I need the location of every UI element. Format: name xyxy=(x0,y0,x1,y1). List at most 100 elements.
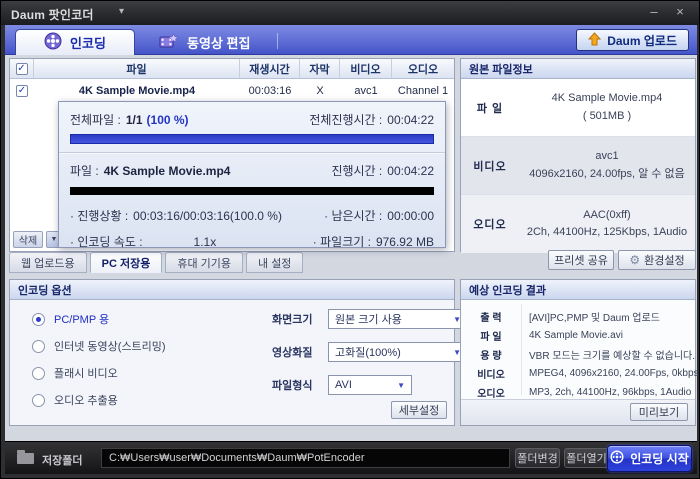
radio-pc-pmp-label: PC/PMP 용 xyxy=(54,314,110,326)
total-percent: (100 %) xyxy=(146,113,189,127)
result-video-label: 비디오 xyxy=(477,370,505,381)
delete-file-button[interactable]: 삭제 xyxy=(13,231,43,248)
change-folder-button[interactable]: 폴더변경 xyxy=(515,448,560,468)
file-format-label: 파일형식 xyxy=(272,380,313,392)
start-reel-icon xyxy=(610,450,624,467)
tab-video-edit[interactable]: 동영상 편집 xyxy=(145,29,264,55)
screen-size-select[interactable]: 원본 크기 사용 ▼ xyxy=(328,309,468,329)
content-area: ✓ 파일 재생시간 자막 비디오 오디오 ✓ 4K Sample Movie.m… xyxy=(5,55,699,443)
result-size-value: VBR 모드는 크기를 예상할 수 없습니다. xyxy=(529,351,696,362)
open-folder-button[interactable]: 폴더열기 xyxy=(564,448,609,468)
column-audio[interactable]: 오디오 xyxy=(392,59,454,78)
progress-status-value: 00:03:16/00:03:16(100.0 %) xyxy=(133,209,282,223)
progress-status-label: · 진행상황 : xyxy=(70,209,129,223)
settings-button[interactable]: ⚙ 환경설정 xyxy=(618,250,696,270)
row-checkbox[interactable]: ✓ xyxy=(16,85,28,97)
expected-result-title: 예상 인코딩 결과 xyxy=(461,280,695,300)
encoding-speed-value: 1.1x xyxy=(193,235,217,249)
preset-tab-my-settings[interactable]: 내 설정 xyxy=(246,252,304,273)
radio-dot-icon[interactable] xyxy=(32,312,45,326)
save-folder-path[interactable]: C:₩Users₩user₩Documents₩Daum₩PotEncoder xyxy=(101,448,510,468)
file-size: · 파일크기 : 976.92 MB xyxy=(313,233,434,250)
column-file[interactable]: 파일 xyxy=(34,59,240,78)
film-edit-icon xyxy=(159,32,179,52)
film-reel-icon xyxy=(44,32,62,53)
column-subtitle[interactable]: 자막 xyxy=(300,59,340,78)
main-nav-band: 인코딩 동영상 편집 Daum 업로드 xyxy=(5,25,697,55)
radio-audio-label: 오디오 추출용 xyxy=(54,395,118,407)
radio-dot-icon[interactable] xyxy=(32,393,45,407)
radio-audio-extract[interactable]: 오디오 추출용 xyxy=(32,392,118,408)
source-audio-value: AAC(0xff) 2Ch, 44100Hz, 125Kbps, 1Audio xyxy=(526,208,688,238)
row-check-cell[interactable]: ✓ xyxy=(10,79,34,103)
preset-tab-pc-save[interactable]: PC 저장용 xyxy=(89,252,163,273)
preset-tab-mobile[interactable]: 휴대 기기용 xyxy=(165,252,244,273)
radio-flash-label: 플래시 비디오 xyxy=(54,368,118,380)
select-all-cell[interactable]: ✓ xyxy=(10,59,34,78)
radio-pc-pmp[interactable]: PC/PMP 용 xyxy=(32,311,109,327)
remaining-time: · 남은시간 : 00:00:00 xyxy=(324,207,434,224)
file-format-value: AVI xyxy=(335,379,352,391)
result-file-label: 파 일 xyxy=(480,332,502,343)
result-file-row: 파 일 4K Sample Movie.avi xyxy=(461,326,695,345)
file-format-select[interactable]: AVI ▼ xyxy=(328,375,412,395)
column-video[interactable]: 비디오 xyxy=(340,59,392,78)
close-button[interactable]: × xyxy=(669,3,691,21)
result-body: 출 력 [AVI]PC,PMP 및 Daum 업로드 파 일 4K Sample… xyxy=(461,300,698,400)
tab-encoding[interactable]: 인코딩 xyxy=(15,29,135,55)
encoding-options-panel: 인코딩 옵션 PC/PMP 용 인터넷 동영상(스트리밍) 플래시 비디오 오디… xyxy=(9,279,468,426)
source-audio-label: 오디오 xyxy=(473,219,507,231)
title-bar[interactable]: Daum 팟인코더 ▾ – × xyxy=(1,1,699,25)
source-info-title: 원본 파일정보 xyxy=(461,59,695,79)
source-video-row: 비디오 avc1 4096x2160, 24.00fps, 알 수 없음 xyxy=(461,137,695,195)
source-file-row: 파 일 4K Sample Movie.mp4 ( 501MB ) xyxy=(461,79,695,137)
save-folder-label: 저장폴더 xyxy=(42,455,83,467)
dialog-status-row: · 진행상황 : 00:03:16/00:03:16(100.0 %) · 남은시… xyxy=(70,207,434,224)
file-row[interactable]: ✓ 4K Sample Movie.mp4 00:03:16 X avc1 Ch… xyxy=(10,79,454,103)
source-file-value: 4K Sample Movie.mp4 ( 501MB ) xyxy=(551,92,663,122)
preset-tab-web-upload[interactable]: 웹 업로드용 xyxy=(9,252,87,273)
daum-upload-button[interactable]: Daum 업로드 xyxy=(576,29,689,51)
screen-size-row: 화면크기 원본 크기 사용 ▼ xyxy=(272,309,468,329)
screen-size-value: 원본 크기 사용 xyxy=(335,314,402,326)
file-format-row: 파일형식 AVI ▼ xyxy=(272,375,412,395)
app-window: Daum 팟인코더 ▾ – × 인코딩 동영상 편집 Daum 업로드 ✓ 파일… xyxy=(0,0,700,479)
gear-icon: ⚙ xyxy=(629,253,641,267)
total-progress-bar xyxy=(70,134,434,144)
detail-settings-button[interactable]: 세부설정 xyxy=(391,401,447,419)
source-audio-row: 오디오 AAC(0xff) 2Ch, 44100Hz, 125Kbps, 1Au… xyxy=(461,195,695,253)
total-files-value: 1/1 xyxy=(125,113,143,127)
dialog-total-row: 전체파일 : 1/1 (100 %) 전체진행시간 : 00:04:22 xyxy=(70,111,434,128)
radio-dot-icon[interactable] xyxy=(32,339,45,353)
file-size-value: 976.92 MB xyxy=(375,235,434,249)
column-duration[interactable]: 재생시간 xyxy=(240,59,300,78)
radio-flash-video[interactable]: 플래시 비디오 xyxy=(32,365,118,381)
preset-share-button[interactable]: 프리셋 공유 xyxy=(548,250,614,270)
settings-label: 환경설정 xyxy=(644,255,685,267)
preset-tab-strip: 웹 업로드용 PC 저장용 휴대 기기용 내 설정 xyxy=(9,252,304,273)
minimize-button[interactable]: – xyxy=(643,3,665,21)
screen-size-label: 화면크기 xyxy=(272,314,313,326)
result-file-value: 4K Sample Movie.avi xyxy=(529,330,623,341)
video-quality-row: 영상화질 고화질(100%) ▼ xyxy=(272,342,468,362)
chevron-down-icon: ▼ xyxy=(397,380,405,390)
encoding-progress-dialog: 전체파일 : 1/1 (100 %) 전체진행시간 : 00:04:22 파일 : 4K… xyxy=(58,101,446,250)
preview-button[interactable]: 미리보기 xyxy=(630,403,688,421)
encoding-speed: · 인코딩 속도 : 1.1x xyxy=(70,233,216,250)
radio-internet-streaming[interactable]: 인터넷 동영상(스트리밍) xyxy=(32,338,166,354)
file-size-label: · 파일크기 : xyxy=(312,235,371,249)
video-quality-label: 영상화질 xyxy=(272,347,313,359)
current-file: 파일 : 4K Sample Movie.mp4 xyxy=(70,162,230,179)
encoding-options-title: 인코딩 옵션 xyxy=(10,280,454,300)
result-output-value: [AVI]PC,PMP 및 Daum 업로드 xyxy=(529,313,660,324)
video-quality-select[interactable]: 고화질(100%) ▼ xyxy=(328,342,468,362)
dialog-speed-row: · 인코딩 속도 : 1.1x · 파일크기 : 976.92 MB xyxy=(70,233,434,250)
title-menu-caret-icon[interactable]: ▾ xyxy=(119,6,124,17)
result-video-value: MPEG4, 4096x2160, 24.00Fps, 0kbps xyxy=(529,368,699,379)
select-all-checkbox[interactable]: ✓ xyxy=(15,62,28,75)
total-files: 전체파일 : 1/1 (100 %) xyxy=(70,111,189,128)
radio-dot-icon[interactable] xyxy=(32,366,45,380)
start-encoding-button[interactable]: 인코딩 시작 xyxy=(607,445,692,472)
source-video-value: avc1 4096x2160, 24.00fps, 알 수 없음 xyxy=(529,150,685,180)
bottom-bar: 저장폴더 C:₩Users₩user₩Documents₩Daum₩PotEnc… xyxy=(5,441,697,474)
